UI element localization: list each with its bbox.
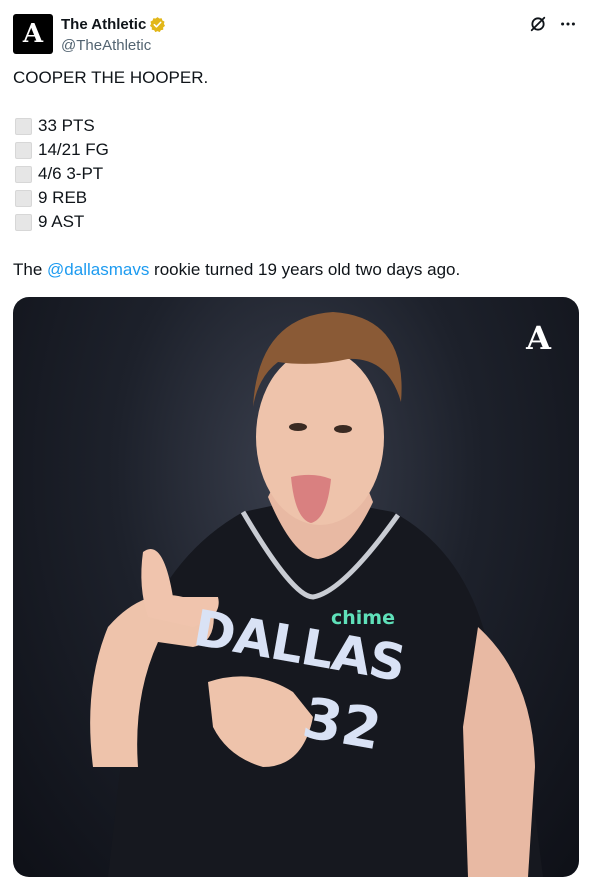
stat-line: 9 REB bbox=[13, 186, 578, 210]
author-display-name: The Athletic bbox=[61, 16, 147, 33]
header-actions bbox=[528, 14, 578, 34]
stat-line: 14/21 FG bbox=[13, 138, 578, 162]
athletic-watermark-logo: A bbox=[526, 319, 551, 357]
author-handle[interactable]: @TheAthletic bbox=[61, 36, 166, 55]
stat-three-pointers: 4/6 3-PT bbox=[38, 164, 104, 183]
verified-badge-icon bbox=[149, 16, 166, 33]
player-photo-illustration bbox=[90, 312, 543, 877]
checkbox-emoji-icon bbox=[15, 213, 32, 231]
author-display-name-link[interactable]: The Athletic bbox=[61, 15, 166, 34]
tweet-sentence: The @dallasmavs rookie turned 19 years o… bbox=[13, 258, 578, 282]
grok-icon[interactable] bbox=[528, 14, 548, 34]
stat-field-goals: 14/21 FG bbox=[38, 140, 109, 159]
stat-points: 33 PTS bbox=[38, 116, 95, 135]
stat-line: 33 PTS bbox=[13, 114, 578, 138]
sentence-end: rookie turned 19 years old two days ago. bbox=[149, 260, 461, 279]
tweet-headline: COOPER THE HOOPER. bbox=[13, 68, 209, 87]
checkbox-emoji-icon bbox=[15, 189, 32, 207]
checkbox-emoji-icon bbox=[15, 141, 32, 159]
more-icon[interactable] bbox=[558, 14, 578, 34]
jersey-number: 32 bbox=[297, 685, 386, 764]
sponsor-logo: chime bbox=[331, 607, 395, 629]
tweet-text: COOPER THE HOOPER. 33 PTS 14/21 FG 4/6 3… bbox=[13, 66, 578, 282]
checkbox-emoji-icon bbox=[15, 165, 32, 183]
tweet-header: A The Athletic @TheAthletic bbox=[13, 14, 578, 56]
sentence-start: The bbox=[13, 260, 48, 279]
stat-rebounds: 9 REB bbox=[38, 188, 88, 207]
mention-link[interactable]: @dallasmavs bbox=[47, 260, 149, 279]
author-names: The Athletic @TheAthletic bbox=[61, 15, 166, 55]
stat-line: 4/6 3-PT bbox=[13, 162, 578, 186]
checkbox-emoji-icon bbox=[15, 117, 32, 135]
stat-line: 9 AST bbox=[13, 210, 578, 234]
stat-assists: 9 AST bbox=[38, 212, 85, 231]
tweet-photo[interactable]: DALLAS 32 chime A bbox=[13, 297, 579, 877]
avatar[interactable]: A bbox=[13, 14, 53, 54]
